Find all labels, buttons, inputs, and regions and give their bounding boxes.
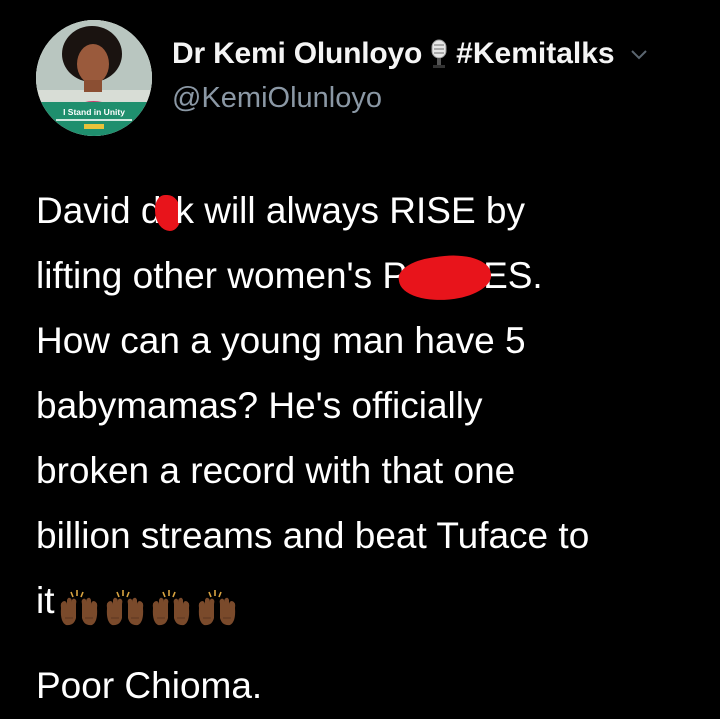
raising-hands-icon bbox=[195, 583, 239, 626]
raising-hands-icon bbox=[103, 583, 147, 626]
tweet-line: David dk will always RISE by bbox=[36, 190, 525, 232]
tweet-closing-line: Poor Chioma. bbox=[36, 665, 263, 706]
tweet-line: billion streams and beat Tuface to bbox=[36, 515, 590, 556]
tweet-line: broken a record with that one bbox=[36, 450, 516, 491]
raising-hands-icon bbox=[57, 583, 101, 626]
tweet-line: How can a young man have 5 bbox=[36, 320, 526, 361]
tweet-text: David dk will always RISE by lifting oth… bbox=[36, 178, 706, 718]
avatar-banner-text: I Stand in Unity bbox=[63, 107, 125, 117]
chevron-down-icon[interactable] bbox=[629, 44, 649, 64]
tweet-header: I Stand in Unity Dr Kemi Olunloyo #Kemit… bbox=[36, 20, 696, 140]
redaction-mark bbox=[396, 250, 494, 307]
user-handle[interactable]: @KemiOlunloyo bbox=[172, 82, 382, 115]
tweet-line: babymamas? He's officially bbox=[36, 385, 483, 426]
display-name[interactable]: Dr Kemi Olunloyo bbox=[172, 37, 422, 71]
tweet-line: it bbox=[36, 568, 706, 633]
microphone-icon bbox=[428, 38, 450, 70]
name-hashtag[interactable]: #Kemitalks bbox=[456, 37, 614, 71]
emoji-row bbox=[55, 580, 239, 626]
tweet-line: lifting other women's P ES. bbox=[36, 243, 706, 308]
raising-hands-icon bbox=[149, 583, 193, 626]
avatar-image: I Stand in Unity bbox=[36, 20, 152, 136]
name-row: Dr Kemi Olunloyo #Kemitalks bbox=[172, 34, 649, 74]
tweet-card: I Stand in Unity Dr Kemi Olunloyo #Kemit… bbox=[0, 0, 720, 719]
avatar[interactable]: I Stand in Unity bbox=[36, 20, 152, 136]
